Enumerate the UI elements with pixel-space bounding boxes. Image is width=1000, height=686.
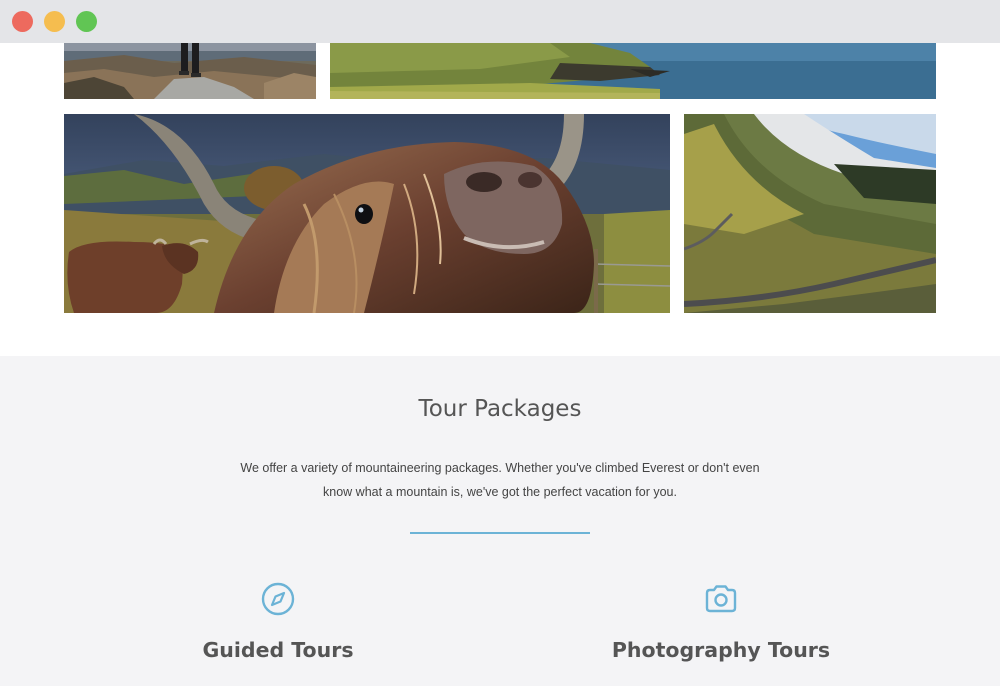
headland-photo-image [330,43,936,99]
guided-tours-label: Guided Tours [202,638,354,662]
gallery-photo-hiker[interactable] [64,43,316,99]
section-title: Tour Packages [418,396,582,422]
compass-icon [261,582,295,616]
valley-photo-image [684,114,936,313]
web-page: Tour Packages We offer a variety of moun… [0,43,1000,686]
minimize-window-button[interactable] [44,11,65,32]
photography-tours-label: Photography Tours [611,638,831,662]
guided-tours-card[interactable]: Guided Tours [128,581,428,662]
highland-cow-photo-image [64,114,670,313]
section-description: We offer a variety of mountaineering pac… [240,461,760,499]
close-window-button[interactable] [12,11,33,32]
camera-icon [705,585,737,613]
section-divider [410,532,590,534]
window-titlebar [0,0,1000,43]
gallery-photo-headland[interactable] [330,43,936,99]
photography-tours-card[interactable]: Photography Tours [571,581,871,662]
zoom-window-button[interactable] [76,11,97,32]
tour-packages-section: Tour Packages We offer a variety of moun… [0,356,1000,686]
gallery-photo-valley-road[interactable] [684,114,936,313]
gallery-photo-highland-cow[interactable] [64,114,670,313]
hiker-photo-image [64,43,316,99]
